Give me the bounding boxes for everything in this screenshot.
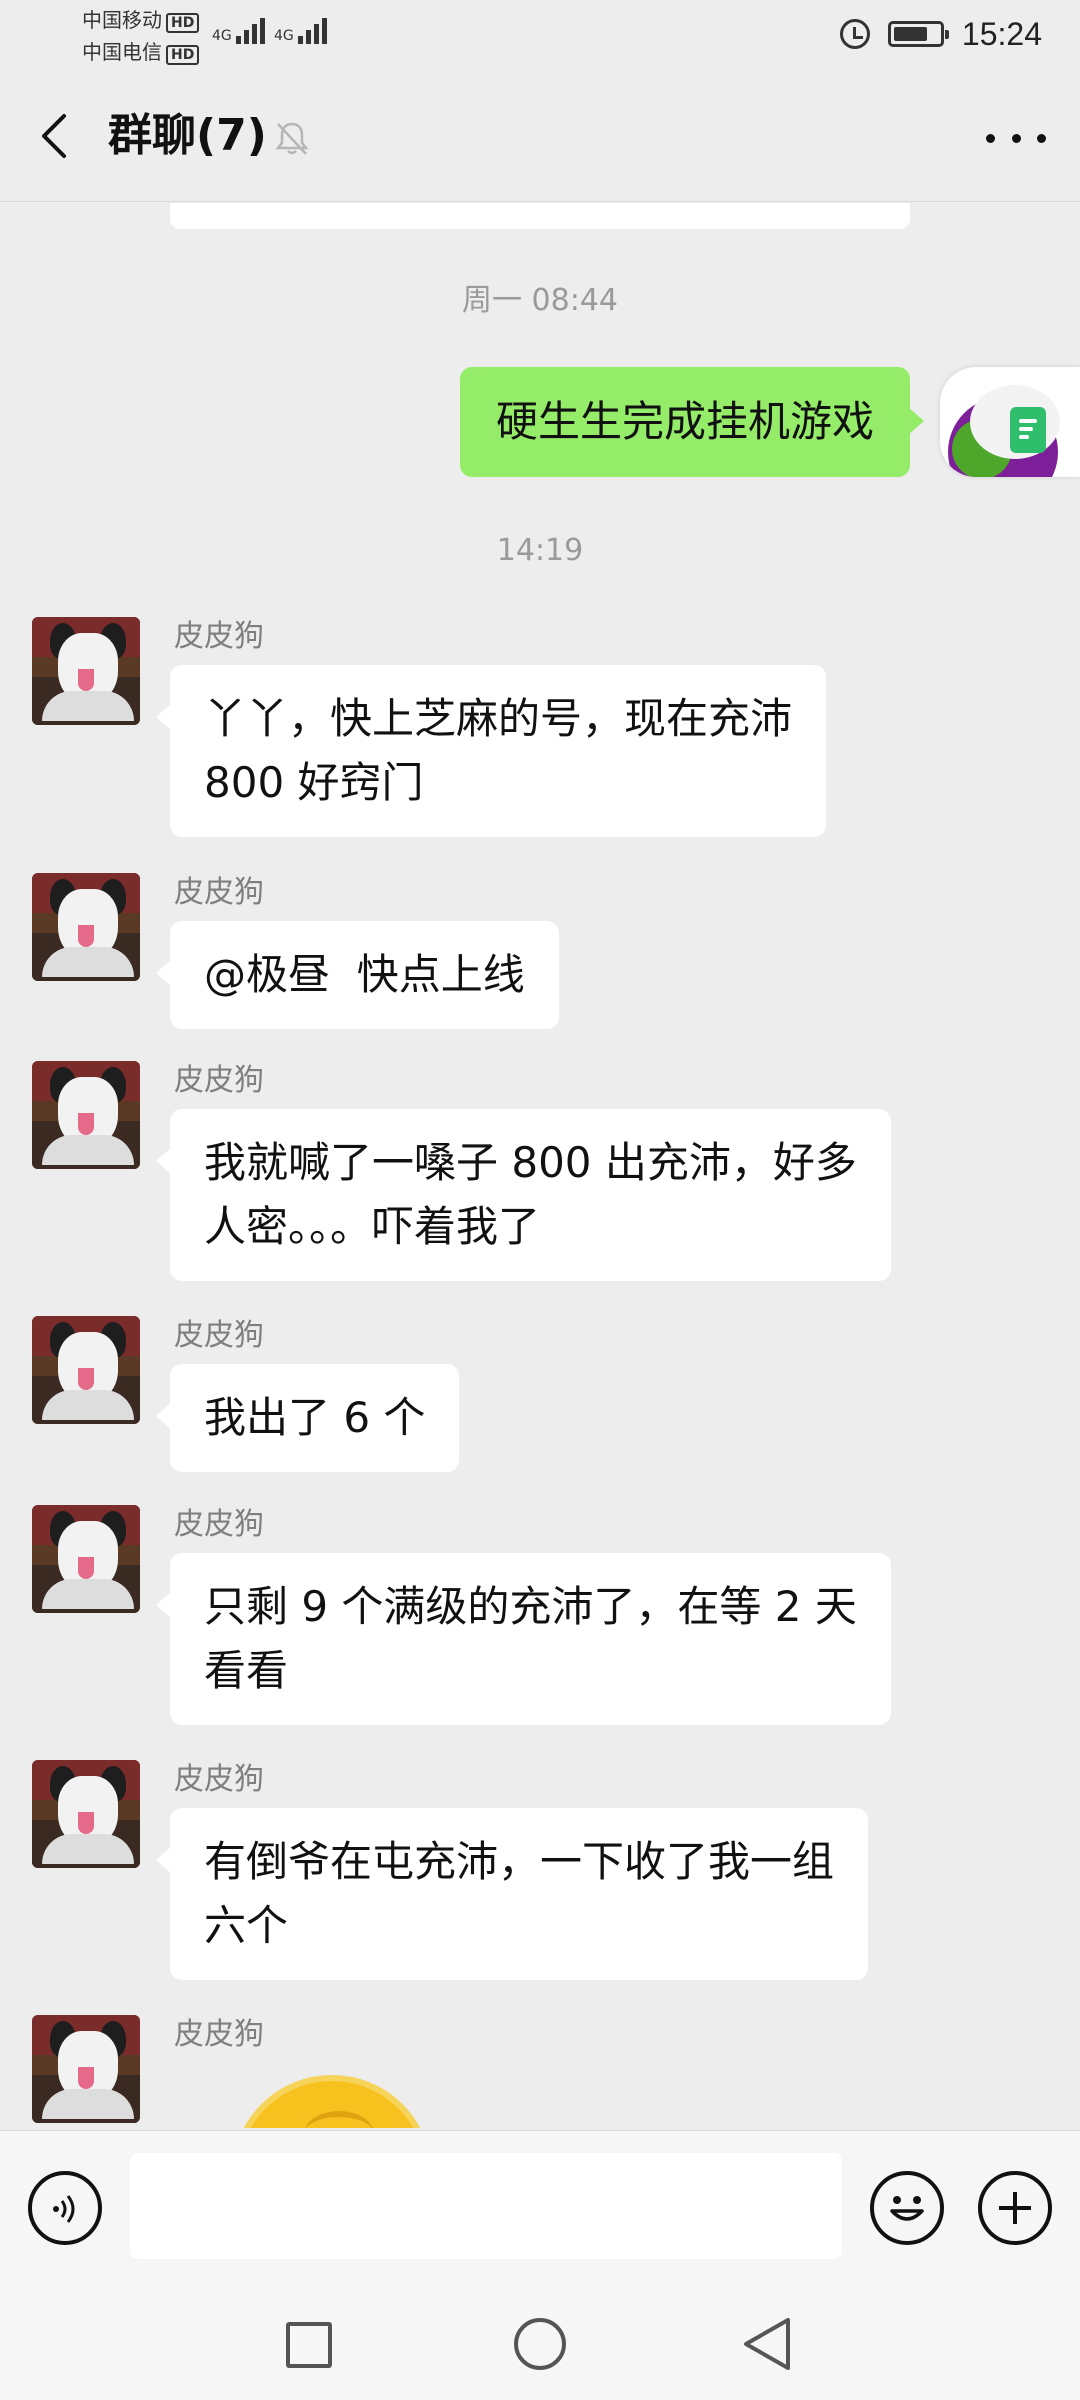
message-bubble[interactable]: 丫丫，快上芝麻的号，现在充沛 800 好窍门 xyxy=(155,665,827,837)
network-type-1: 4G xyxy=(212,28,232,44)
carrier-2: 中国电信 HD xyxy=(82,40,200,65)
sender-name: 皮皮狗 xyxy=(174,875,264,910)
carrier-2-name: 中国电信 xyxy=(82,40,162,64)
carrier-1-name: 中国移动 xyxy=(82,8,162,32)
sender-name: 皮皮狗 xyxy=(174,1318,264,1353)
sender-avatar[interactable] xyxy=(32,1316,140,1424)
sender-name: 皮皮狗 xyxy=(174,1507,264,1542)
sticker-image[interactable] xyxy=(232,2075,432,2128)
sender-avatar[interactable] xyxy=(32,617,140,725)
message-bubble[interactable]: 有倒爷在屯充沛，一下收了我一组 六个 xyxy=(155,1808,869,1980)
message-input[interactable] xyxy=(130,2153,842,2259)
sender-name: 皮皮狗 xyxy=(174,619,264,654)
sender-avatar[interactable] xyxy=(32,1061,140,1169)
plus-icon[interactable] xyxy=(978,2171,1052,2245)
alarm-icon xyxy=(839,19,870,49)
status-bar: 中国移动 HD 中国电信 HD 4G 4G 15:24 xyxy=(0,0,1080,72)
message-list[interactable]: 周一 08:44 硬生生完成挂机游戏 14:19 皮皮狗 丫丫，快上芝麻的号，现… xyxy=(0,203,1080,2128)
message-bubble[interactable]: @极昼 快点上线 xyxy=(156,921,559,1029)
signal-icon-2: 4G xyxy=(274,18,330,44)
timestamp: 周一 08:44 xyxy=(462,283,618,318)
sender-avatar[interactable] xyxy=(32,1760,140,1868)
back-icon[interactable] xyxy=(28,108,84,164)
hd-badge: HD xyxy=(166,13,200,33)
status-right: 15:24 xyxy=(839,14,1042,54)
chat-header: 群聊(7) xyxy=(0,72,1080,202)
sender-avatar[interactable] xyxy=(32,873,140,981)
timestamp: 14:19 xyxy=(496,533,584,568)
home-icon[interactable] xyxy=(514,2318,566,2370)
back-nav-icon[interactable] xyxy=(740,2316,794,2372)
message-bubble[interactable]: 只剩 9 个满级的充沛了，在等 2 天 看看 xyxy=(156,1553,891,1725)
mute-icon xyxy=(275,122,309,155)
battery-icon xyxy=(887,21,949,47)
sender-avatar[interactable] xyxy=(32,1505,140,1613)
message-bubble[interactable]: 我出了 6 个 xyxy=(155,1364,460,1472)
status-time: 15:24 xyxy=(961,15,1042,52)
document-icon[interactable] xyxy=(1010,407,1046,453)
sender-name: 皮皮狗 xyxy=(174,2017,264,2052)
more-icon[interactable] xyxy=(986,118,1046,158)
signal-icon-1: 4G xyxy=(212,18,268,44)
sender-name: 皮皮狗 xyxy=(174,1762,264,1797)
sender-avatar[interactable] xyxy=(32,2015,140,2123)
sender-name: 皮皮狗 xyxy=(174,1063,264,1098)
voice-icon[interactable] xyxy=(28,2171,102,2245)
battery-fill xyxy=(893,27,927,41)
message-bubble[interactable]: 我就喊了一嗓子 800 出充沛，好多 人密。。。吓着我了 xyxy=(156,1109,891,1281)
input-bar xyxy=(0,2130,1080,2280)
recent-apps-icon[interactable] xyxy=(286,2322,332,2368)
previous-message-bubble xyxy=(170,203,910,229)
emoji-icon[interactable] xyxy=(870,2171,944,2245)
carrier-1: 中国移动 HD xyxy=(82,8,200,33)
self-avatar[interactable] xyxy=(940,367,1080,477)
hd-badge: HD xyxy=(166,45,200,65)
outgoing-message[interactable]: 硬生生完成挂机游戏 xyxy=(459,367,925,477)
network-type-2: 4G xyxy=(274,28,294,44)
chat-title: 群聊(7) xyxy=(108,110,267,161)
